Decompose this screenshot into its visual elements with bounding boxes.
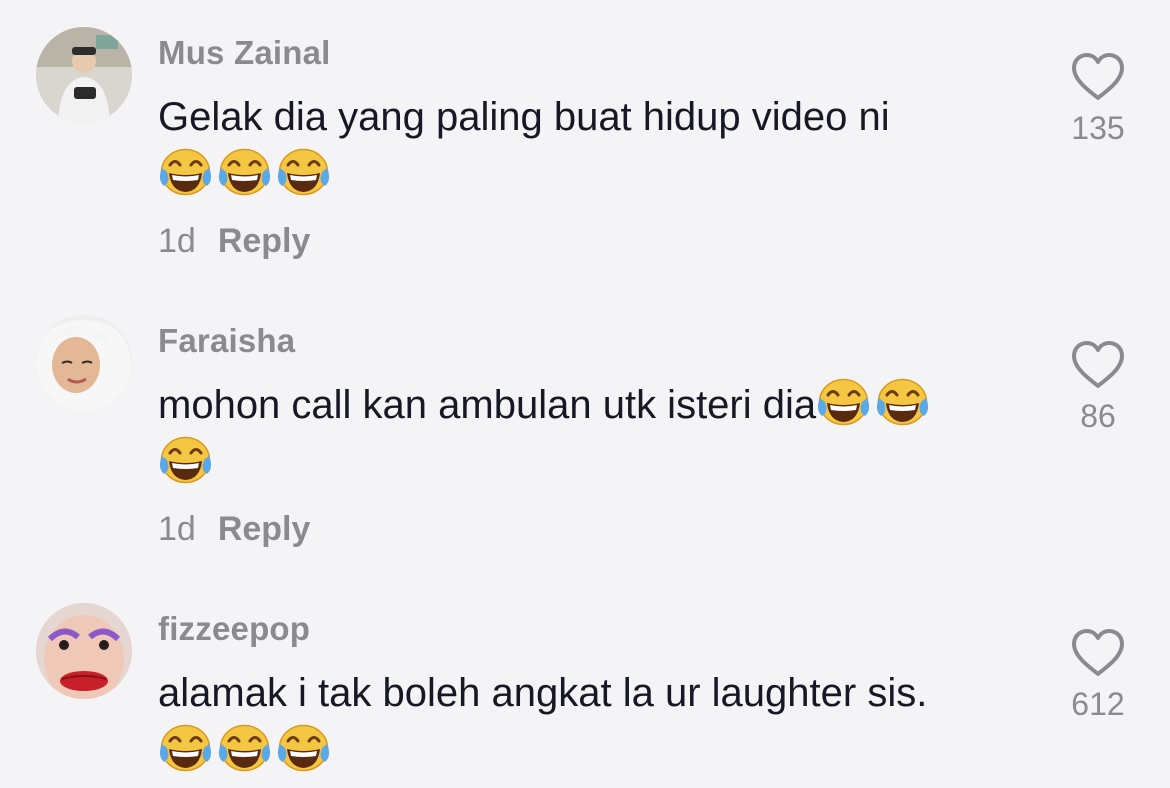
avatar[interactable] xyxy=(36,315,132,411)
tears-of-joy-emoji xyxy=(217,146,272,198)
tears-of-joy-emoji xyxy=(875,376,930,428)
comment-time: 1d xyxy=(158,222,196,260)
tears-of-joy-emoji xyxy=(158,434,213,486)
tears-of-joy-emoji xyxy=(158,722,213,774)
heart-icon[interactable] xyxy=(1070,628,1126,678)
comment-meta: 1d Reply xyxy=(158,222,310,261)
comment-text: mohon call kan ambulan utk isteri dia xyxy=(158,376,1038,492)
like-count: 135 xyxy=(1071,110,1125,146)
tears-of-joy-emoji xyxy=(217,722,272,774)
avatar[interactable] xyxy=(36,27,132,123)
comment-text: alamak i tak boleh angkat la ur laughter… xyxy=(158,664,1038,780)
comment-time: 1d xyxy=(158,510,196,548)
tears-of-joy-emoji xyxy=(158,146,213,198)
like-button[interactable]: 135 xyxy=(1060,52,1136,147)
username[interactable]: fizzeepop xyxy=(158,610,310,648)
comment-text: Gelak dia yang paling buat hidup video n… xyxy=(158,88,1038,204)
reply-button[interactable]: Reply xyxy=(218,222,311,260)
heart-icon[interactable] xyxy=(1070,52,1126,102)
comment-meta: 1d Reply xyxy=(158,510,310,549)
like-button[interactable]: 612 xyxy=(1060,628,1136,723)
like-count: 612 xyxy=(1071,686,1125,722)
heart-icon[interactable] xyxy=(1070,340,1126,390)
reply-button[interactable]: Reply xyxy=(218,510,311,548)
avatar[interactable] xyxy=(36,603,132,699)
tears-of-joy-emoji xyxy=(816,376,871,428)
like-button[interactable]: 86 xyxy=(1060,340,1136,435)
username[interactable]: Mus Zainal xyxy=(158,34,331,72)
tears-of-joy-emoji xyxy=(276,146,331,198)
tears-of-joy-emoji xyxy=(276,722,331,774)
like-count: 86 xyxy=(1080,398,1116,434)
username[interactable]: Faraisha xyxy=(158,322,295,360)
